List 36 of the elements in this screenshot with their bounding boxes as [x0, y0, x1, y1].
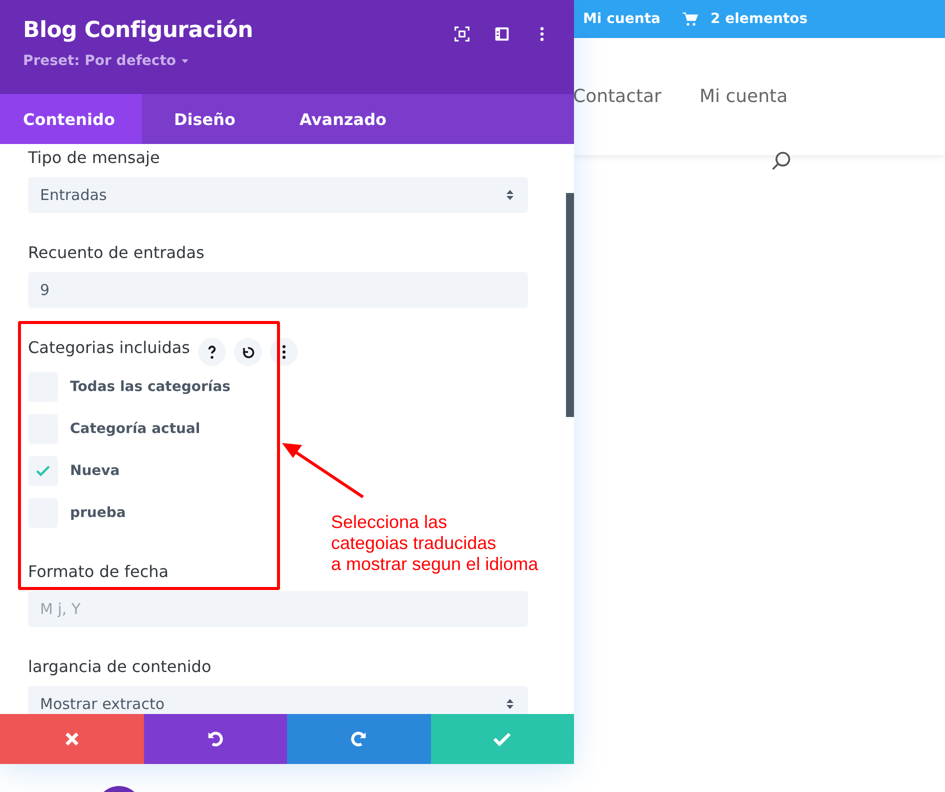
redo-button[interactable] — [287, 714, 430, 764]
option-label: Nueva — [70, 463, 120, 479]
field-label: Tipo de mensaje — [28, 148, 160, 167]
option-label: Todas las categorías — [70, 379, 230, 395]
select-field[interactable]: Entradas — [28, 177, 528, 213]
field-label: Formato de fecha — [28, 562, 169, 581]
search-icon — [770, 150, 792, 172]
preset-dropdown[interactable]: Preset: Por defecto — [23, 53, 253, 69]
cart-icon — [682, 11, 698, 27]
scrollbar[interactable] — [566, 193, 574, 417]
input-field[interactable]: 9 — [28, 272, 528, 308]
fullscreen-icon — [454, 26, 470, 42]
field-label: Categorias incluidas — [28, 338, 190, 357]
help-button[interactable] — [198, 338, 226, 366]
option-label: prueba — [70, 505, 126, 521]
undo-button[interactable] — [144, 714, 287, 764]
reset-button[interactable] — [234, 338, 262, 366]
nav-link[interactable]: Mi cuenta — [699, 86, 788, 107]
cancel-button[interactable] — [0, 714, 144, 764]
field-label: largancia de contenido — [28, 657, 212, 676]
sort-arrows-icon — [504, 698, 516, 710]
undo-icon — [240, 344, 256, 360]
field-label: Recuento de entradas — [28, 243, 204, 262]
columns-icon — [494, 26, 510, 42]
nav-link[interactable]: Contactar — [573, 86, 662, 107]
option-label: Categoría actual — [70, 421, 200, 437]
tab[interactable]: Contenido — [0, 94, 142, 144]
tab[interactable]: Avanzado — [268, 94, 419, 144]
save-button[interactable] — [430, 714, 574, 764]
sort-arrows-icon — [504, 189, 516, 201]
checkbox[interactable] — [28, 456, 58, 486]
select-field[interactable]: Mostrar extracto — [28, 686, 528, 714]
annotation-text: Selecciona las categoias traducidas a mostrar segun el idioma — [331, 512, 538, 575]
tab[interactable]: Diseño — [142, 94, 268, 144]
panel-title: Blog Configuración — [23, 18, 253, 43]
close-icon — [62, 730, 81, 748]
